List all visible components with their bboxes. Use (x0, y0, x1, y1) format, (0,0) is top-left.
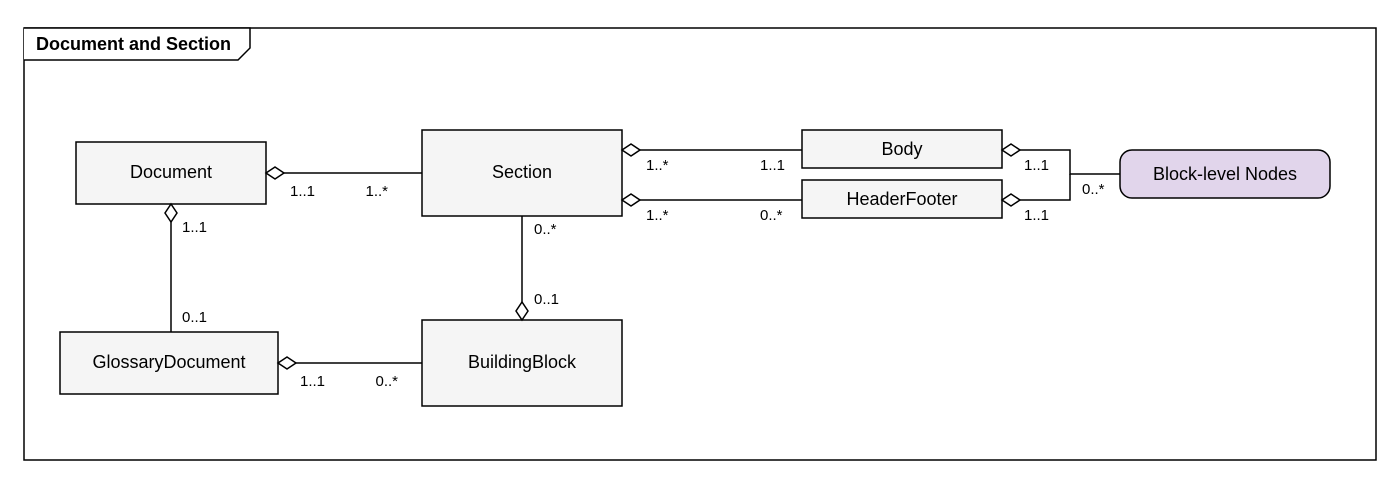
label-building-block: BuildingBlock (468, 352, 577, 372)
mult-bodyblock-block: 0..* (1082, 181, 1105, 198)
mult-docglos-glos: 0..1 (182, 309, 207, 326)
frame-title: Document and Section (36, 34, 231, 54)
mult-hfblock-hf: 1..1 (1024, 207, 1049, 224)
diamond-section-headerfooter (622, 194, 640, 206)
label-section: Section (492, 162, 552, 182)
diamond-buildingblock-section (516, 302, 528, 320)
mult-docsec-sec: 1..* (365, 183, 388, 200)
mult-sechf-sec: 1..* (646, 207, 669, 224)
diamond-headerfooter-blocklevel (1002, 194, 1020, 206)
mult-glosbb-glos: 1..1 (300, 373, 325, 390)
label-body: Body (881, 139, 922, 159)
mult-glosbb-bb: 0..* (375, 373, 398, 390)
mult-secbody-body: 1..1 (760, 157, 785, 174)
label-block-level-nodes: Block-level Nodes (1153, 164, 1297, 184)
mult-sechf-hf: 0..* (760, 207, 783, 224)
mult-docsec-doc: 1..1 (290, 183, 315, 200)
diamond-document-glossary (165, 204, 177, 222)
label-document: Document (130, 162, 212, 182)
edge-headerfooter-blocklevel (1020, 174, 1070, 200)
diamond-section-body (622, 144, 640, 156)
diamond-glossary-buildingblock (278, 357, 296, 369)
uml-diagram: Document and Section Document Section Gl… (0, 0, 1400, 504)
label-glossary-document: GlossaryDocument (92, 352, 245, 372)
mult-docglos-doc: 1..1 (182, 219, 207, 236)
mult-secbody-sec: 1..* (646, 157, 669, 174)
frame-border (24, 28, 1376, 460)
mult-bodyblock-body: 1..1 (1024, 157, 1049, 174)
label-header-footer: HeaderFooter (846, 189, 957, 209)
diamond-body-blocklevel (1002, 144, 1020, 156)
diamond-document-section (266, 167, 284, 179)
mult-bbsec-sec: 0..* (534, 221, 557, 238)
mult-bbsec-bb: 0..1 (534, 291, 559, 308)
